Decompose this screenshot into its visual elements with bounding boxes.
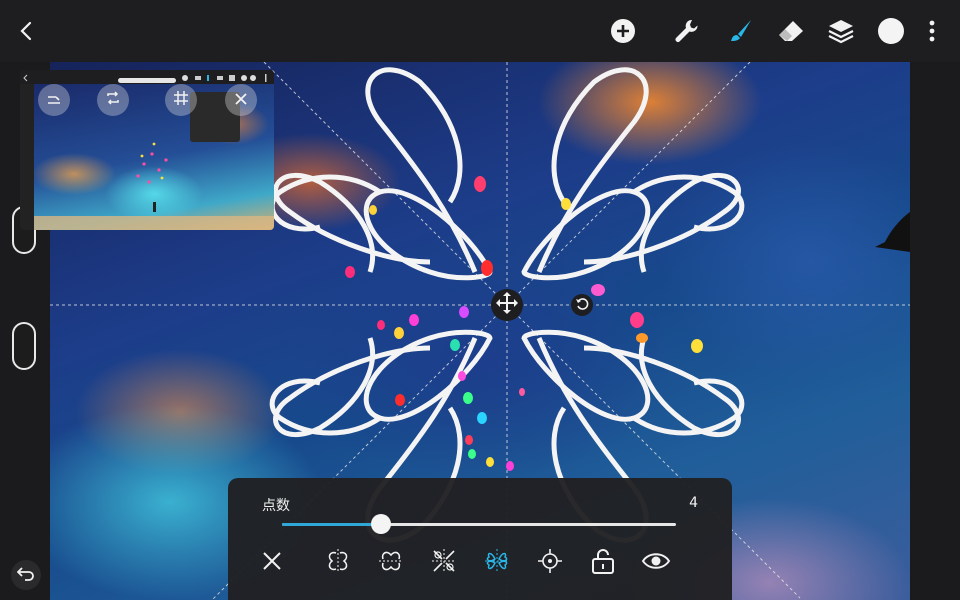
app-window: 点数 4 [0,0,960,600]
slider-fill [282,523,381,526]
vertical-symmetry-icon [324,547,352,579]
point-count-slider[interactable] [282,514,676,534]
center-point-button[interactable] [532,546,568,580]
eye-icon [641,551,671,575]
brush-tool-button[interactable] [721,12,759,50]
move-arrows-icon [494,290,520,320]
reference-menu-item[interactable] [198,128,234,137]
silhouette [875,212,910,252]
symmetry-panel: 点数 4 [228,478,732,600]
horizontal-symmetry-icon [377,547,405,579]
quadrant-symmetry-button[interactable] [426,546,462,580]
minimize-icon [46,91,62,110]
reference-grid-button[interactable] [165,84,197,116]
reference-minimize-button[interactable] [38,84,70,116]
point-count-value: 4 [689,495,698,511]
symmetry-rotate-handle[interactable] [571,294,593,316]
more-button[interactable] [913,12,951,50]
back-button[interactable] [8,12,46,50]
visibility-button[interactable] [638,546,674,580]
reference-flip-button[interactable] [97,84,129,116]
vertical-symmetry-button[interactable] [320,546,356,580]
reference-menu-item[interactable] [198,114,234,123]
color-swatch-icon [877,17,905,45]
petal-top-left [272,70,490,278]
settings-button[interactable] [667,12,705,50]
petal-top-right [524,70,742,278]
rotate-icon [575,296,589,315]
layers-button[interactable] [822,12,860,50]
horizontal-symmetry-button[interactable] [373,546,409,580]
reference-drag-handle[interactable] [118,78,176,83]
brush-opacity-slider[interactable] [12,322,36,370]
undo-icon [16,565,35,585]
close-icon [261,550,283,576]
more-vertical-icon [929,20,935,42]
plus-circle-icon [610,18,636,44]
top-toolbar [0,0,960,62]
undo-button[interactable] [11,560,41,590]
chevron-left-icon [17,20,37,42]
close-icon [234,91,248,110]
slider-thumb[interactable] [370,514,391,534]
wrench-icon [673,18,699,44]
eraser-tool-button[interactable] [772,12,810,50]
reference-window[interactable] [20,70,274,230]
reference-close-button[interactable] [225,84,257,116]
add-button[interactable] [604,12,642,50]
flip-icon [105,90,121,110]
symmetry-move-handle[interactable] [491,289,523,321]
close-panel-button[interactable] [254,546,290,580]
brush-icon [726,17,754,45]
lock-icon [590,547,616,579]
grid-icon [173,90,189,110]
quadrant-symmetry-icon [430,547,458,579]
radial-symmetry-button[interactable] [479,546,515,580]
center-point-icon [536,547,564,579]
point-count-label: 点数 [262,498,290,514]
color-button[interactable] [872,12,910,50]
layers-icon [827,17,855,45]
radial-symmetry-icon [483,547,511,579]
eraser-icon [777,19,805,43]
lock-button[interactable] [585,546,621,580]
